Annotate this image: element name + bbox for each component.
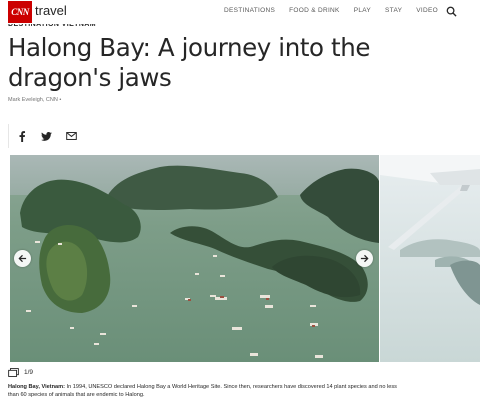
gallery-icon: [8, 368, 19, 377]
share-email-button[interactable]: [59, 124, 84, 148]
arrow-left-icon: [18, 254, 27, 263]
arrow-right-icon: [360, 254, 369, 263]
gallery-counter: 1/9: [8, 368, 33, 377]
caption-text: In 1994, UNESCO declared Halong Bay a Wo…: [8, 384, 397, 398]
gallery-counter-text: 1/9: [24, 369, 34, 376]
nav-destinations[interactable]: DESTINATIONS: [224, 7, 275, 14]
gallery-photo-next-seaplane: [380, 155, 480, 362]
byline[interactable]: Mark Eveleigh, CNN •: [8, 97, 61, 103]
nav-play[interactable]: PLAY: [354, 7, 371, 14]
title-line-1: Halong Bay: A journey into the: [8, 33, 371, 62]
photo-gallery[interactable]: [0, 155, 480, 362]
section-name[interactable]: travel: [35, 3, 67, 18]
gallery-caption: Halong Bay, Vietnam: In 1994, UNESCO dec…: [8, 383, 400, 399]
twitter-icon: [41, 131, 52, 141]
nav-video[interactable]: VIDEO: [416, 7, 438, 14]
search-icon[interactable]: [446, 6, 457, 17]
site-header: CNN travel DESTINATIONS FOOD & DRINK PLA…: [0, 0, 480, 24]
gallery-prev-button[interactable]: [14, 250, 31, 267]
logo-text: CNN: [11, 7, 29, 17]
share-bar: [8, 124, 84, 148]
main-nav: DESTINATIONS FOOD & DRINK PLAY STAY VIDE…: [210, 7, 438, 14]
title-line-2: dragon's jaws: [8, 63, 172, 92]
facebook-icon: [19, 130, 25, 142]
nav-food-drink[interactable]: FOOD & DRINK: [289, 7, 340, 14]
gallery-next-button[interactable]: [356, 250, 373, 267]
gallery-photo-halong-bay: [10, 155, 379, 362]
page-title: Halong Bay: A journey into the dragon's …: [8, 33, 388, 93]
share-twitter-button[interactable]: [34, 124, 59, 148]
caption-location: Halong Bay, Vietnam:: [8, 384, 65, 390]
share-facebook-button[interactable]: [9, 124, 34, 148]
email-icon: [66, 132, 77, 140]
cnn-logo[interactable]: CNN: [8, 1, 32, 23]
nav-stay[interactable]: STAY: [385, 7, 402, 14]
